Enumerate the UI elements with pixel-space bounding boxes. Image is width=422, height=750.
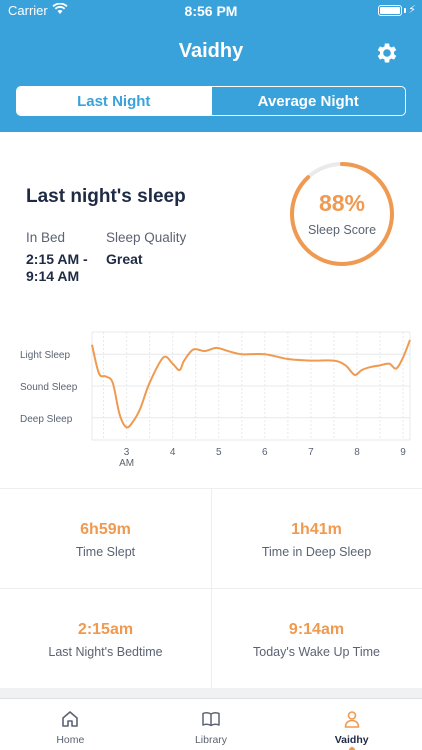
x-tick-label: 4 [170,447,176,458]
stat-value: 6h59m [80,521,131,538]
book-icon [202,712,220,727]
x-tick-label: 3 [124,447,130,458]
section-heading: Last night's sleep [26,186,186,207]
tab-last-night[interactable]: Last Night [17,87,211,115]
y-tick-label: Sound Sleep [20,382,78,393]
horizontal-divider [0,588,422,589]
battery-tip [404,8,406,13]
x-tick-label: 6 [262,447,268,458]
sleep-quality-label: Sleep Quality [106,230,187,245]
y-tick-label: Deep Sleep [20,414,73,425]
stat-value: 9:14am [288,621,345,638]
in-bed-end: 9:14 AM [26,268,80,284]
x-tick-label: 7 [308,447,314,458]
sleep-line [91,339,411,429]
charging-icon: ⚡ [408,4,416,16]
sleep-stage-chart: Light Sleep Sound Sleep Deep Sleep 3AM 4 5 6 7 8… [20,331,411,469]
tab-label: Library [194,734,228,746]
status-time: 8:56 PM [184,3,238,19]
in-bed-start: 2:15 AM - [26,251,88,267]
bottom-tab-bar: Home Library Vaidhy [0,698,422,750]
divider-band [0,688,422,698]
stat-deep-sleep: 1h41m Time in Deep Sleep [211,489,422,589]
x-tick-label: 5 [216,447,222,458]
gear-icon[interactable] [374,40,400,66]
person-icon [344,711,359,728]
stat-label: Last Night's Bedtime [48,645,163,659]
stat-time-slept: 6h59m Time Slept [0,489,211,589]
stat-value: 2:15am [77,621,134,638]
app-header: Carrier 8:56 PM ⚡ Vaidhy Last Night Aver… [0,0,422,132]
status-bar: Carrier 8:56 PM ⚡ [0,0,422,22]
sleep-score-value: 88% [318,190,366,216]
tab-vaidhy[interactable]: Vaidhy [281,699,422,750]
stat-wake-up: 9:14am Today's Wake Up Time [211,589,422,689]
home-icon [62,711,79,727]
sleep-score-label: Sleep Score [307,223,377,237]
stats-grid: 6h59m Time Slept 1h41m Time in Deep Slee… [0,488,422,689]
stat-label: Time Slept [75,545,136,559]
sleep-quality-value: Great [106,251,143,267]
battery-icon [378,5,402,16]
x-tick-label: 8 [354,447,360,458]
stat-label: Time in Deep Sleep [261,545,372,559]
stat-value: 1h41m [291,521,342,538]
x-tick-label: AM [119,458,134,469]
tab-label: Vaidhy [334,734,369,746]
x-tick-label: 9 [400,447,406,458]
tab-label: Home [56,734,85,746]
tab-average-night[interactable]: Average Night [210,87,406,115]
in-bed-label: In Bed [26,230,66,245]
night-segment-control: Last Night Average Night [16,86,406,116]
y-tick-label: Light Sleep [20,350,70,361]
stat-label: Today's Wake Up Time [253,645,380,659]
vertical-divider [211,489,212,689]
app-title: Vaidhy [178,40,244,62]
stat-bedtime: 2:15am Last Night's Bedtime [0,589,211,689]
tab-library[interactable]: Library [141,699,282,750]
tab-home[interactable]: Home [0,699,141,750]
